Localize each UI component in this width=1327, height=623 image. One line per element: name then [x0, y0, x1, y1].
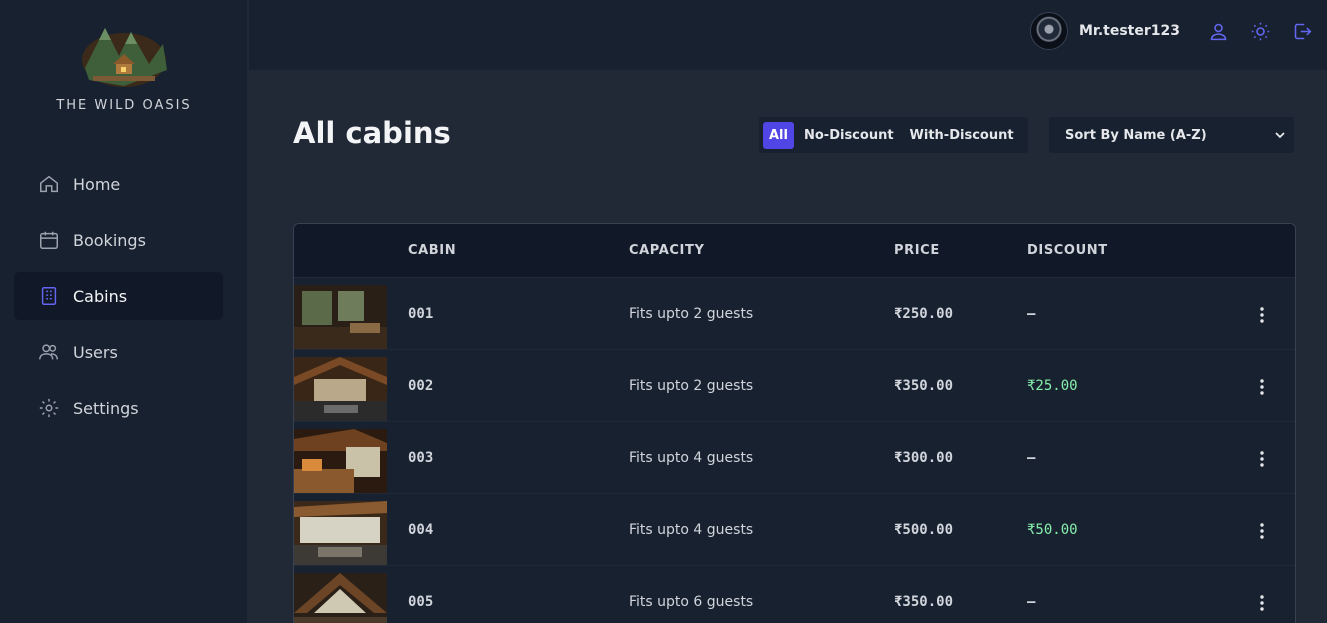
user-icon	[1210, 23, 1226, 40]
logout-button[interactable]	[1291, 20, 1313, 42]
sidebar-item-home[interactable]: Home	[14, 160, 223, 208]
theme-toggle-button[interactable]	[1249, 20, 1271, 42]
brand: THE WILD OASIS	[0, 20, 248, 113]
cabin-image	[294, 357, 387, 421]
more-vertical-icon	[1260, 523, 1264, 539]
users-icon	[39, 344, 58, 360]
row-menu-button[interactable]	[1251, 448, 1273, 470]
logout-icon	[1294, 23, 1311, 39]
cabin-image	[294, 429, 387, 493]
sidebar-item-label: Home	[73, 174, 121, 194]
table-header: CABIN CAPACITY PRICE DISCOUNT	[294, 224, 1295, 278]
cabin-price: ₹300.00	[894, 450, 954, 466]
cabin-name: 001	[408, 306, 434, 322]
cabin-capacity: Fits upto 2 guests	[629, 378, 754, 394]
account-button[interactable]	[1207, 20, 1229, 42]
column-header-price: PRICE	[894, 243, 940, 258]
cabin-discount: —	[1027, 594, 1036, 610]
sidebar-nav: Home Bookings Cabins Users Settings	[14, 160, 223, 440]
cabin-image	[294, 573, 387, 623]
username: Mr.tester123	[1079, 23, 1180, 39]
table-row: 004 Fits upto 4 guests ₹500.00 ₹50.00	[294, 494, 1295, 566]
filter-all-button[interactable]: All	[763, 121, 794, 149]
cabin-name: 004	[408, 522, 434, 538]
brand-name: THE WILD OASIS	[56, 98, 192, 113]
sun-icon	[1251, 22, 1269, 40]
sidebar-item-bookings[interactable]: Bookings	[14, 216, 223, 264]
filter-no-discount-button[interactable]: No-Discount	[798, 122, 900, 149]
top-bar: Mr.tester123	[249, 0, 1327, 71]
table-row: 005 Fits upto 6 guests ₹350.00 —	[294, 566, 1295, 623]
more-vertical-icon	[1260, 595, 1264, 611]
cabin-discount: —	[1027, 450, 1036, 466]
chevron-down-icon	[1275, 132, 1285, 139]
sort-select[interactable]: Sort By Name (A-Z)	[1048, 116, 1295, 154]
cabin-capacity: Fits upto 6 guests	[629, 594, 754, 610]
discount-filter: All No-Discount With-Discount	[758, 116, 1029, 154]
sidebar-item-settings[interactable]: Settings	[14, 384, 223, 432]
cabin-price: ₹350.00	[894, 378, 954, 394]
more-vertical-icon	[1260, 451, 1264, 467]
home-icon	[40, 175, 58, 193]
cabin-name: 005	[408, 594, 434, 610]
table-row: 002 Fits upto 2 guests ₹350.00 ₹25.00	[294, 350, 1295, 422]
cabin-capacity: Fits upto 2 guests	[629, 306, 754, 322]
table-row: 001 Fits upto 2 guests ₹250.00 —	[294, 278, 1295, 350]
header-actions	[1207, 20, 1327, 42]
cabins-table: CABIN CAPACITY PRICE DISCOUNT 001 Fits u…	[293, 223, 1296, 623]
mountain-cabin-logo	[82, 28, 167, 87]
more-vertical-icon	[1260, 307, 1264, 323]
cabin-capacity: Fits upto 4 guests	[629, 450, 754, 466]
cabin-capacity: Fits upto 4 guests	[629, 522, 754, 538]
cabin-price: ₹350.00	[894, 594, 954, 610]
gear-icon	[39, 398, 59, 418]
cabin-image	[294, 501, 387, 565]
sidebar-item-cabins[interactable]: Cabins	[14, 272, 223, 320]
cabin-price: ₹500.00	[894, 522, 954, 538]
column-header-discount: DISCOUNT	[1027, 243, 1108, 258]
table-row: 003 Fits upto 4 guests ₹300.00 —	[294, 422, 1295, 494]
more-vertical-icon	[1260, 379, 1264, 395]
cabin-discount: ₹25.00	[1027, 378, 1078, 394]
sidebar-item-label: Cabins	[73, 286, 128, 306]
cabin-discount: ₹50.00	[1027, 522, 1078, 538]
sidebar-item-label: Settings	[73, 398, 139, 418]
calendar-icon	[40, 231, 58, 249]
row-menu-button[interactable]	[1251, 520, 1273, 542]
row-menu-button[interactable]	[1251, 376, 1273, 398]
page-title: All cabins	[293, 116, 451, 150]
cabin-image	[294, 285, 387, 349]
column-header-cabin: CABIN	[408, 243, 457, 258]
user-profile[interactable]: Mr.tester123	[1030, 12, 1180, 50]
cabin-name: 003	[408, 450, 434, 466]
cabin-name: 002	[408, 378, 434, 394]
cabin-discount: —	[1027, 306, 1036, 322]
sidebar-item-label: Bookings	[73, 230, 146, 250]
building-icon	[41, 287, 57, 305]
avatar	[1030, 12, 1068, 50]
column-header-capacity: CAPACITY	[629, 243, 705, 258]
row-menu-button[interactable]	[1251, 304, 1273, 326]
sidebar: THE WILD OASIS Home Bookings Cabins User…	[0, 0, 248, 623]
sort-selected-label: Sort By Name (A-Z)	[1065, 127, 1207, 143]
sidebar-item-label: Users	[73, 342, 118, 362]
row-menu-button[interactable]	[1251, 592, 1273, 614]
sidebar-item-users[interactable]: Users	[14, 328, 223, 376]
cabin-price: ₹250.00	[894, 306, 954, 322]
filter-with-discount-button[interactable]: With-Discount	[904, 122, 1020, 149]
